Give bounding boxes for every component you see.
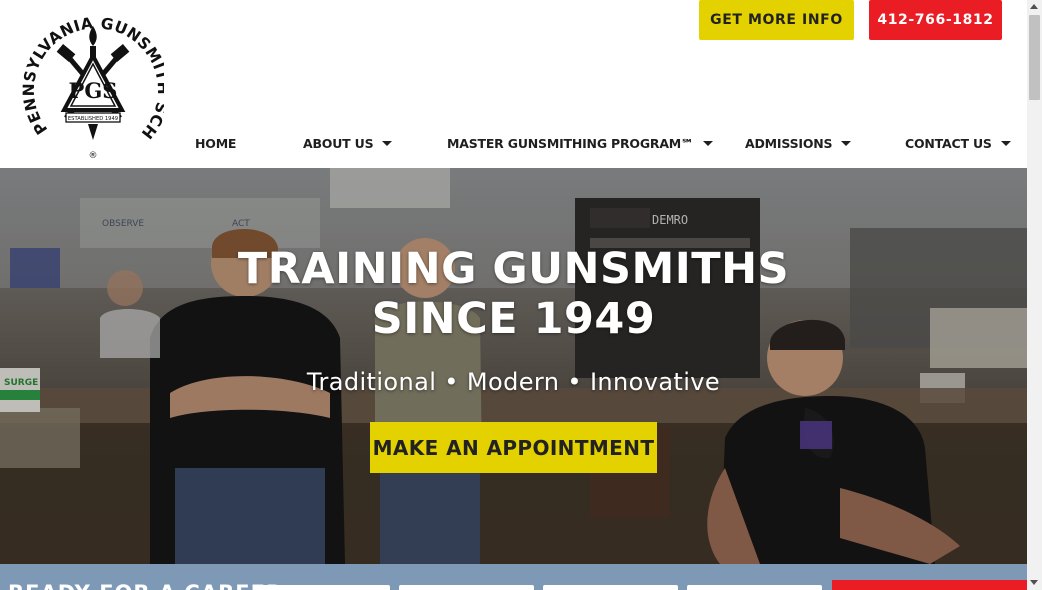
form-field-3[interactable] [543,585,678,590]
caret-down-icon [1000,140,1011,146]
form-field-2[interactable] [399,585,534,590]
career-form-band: READY FOR A CAREER [0,564,1027,590]
nav-item-about-us[interactable]: ABOUT US [303,131,393,155]
site-header: PENNSYLVANIA GUNSMITH SCHOOL PGS ESTABLI… [0,0,1027,168]
nav-item-label: HOME [195,135,237,151]
scrollbar-thumb[interactable] [1029,15,1040,100]
workshop-photo: OBSERVE ACT DEMRO SURGE [0,168,1027,564]
hero-tagline: Traditional • Modern • Innovative [306,368,721,396]
caret-down-icon [382,140,393,146]
caret-down-icon [702,140,713,146]
nav-item-admissions[interactable]: ADMISSIONS [745,131,852,155]
form-field-1[interactable] [255,585,390,590]
nav-item-label: ABOUT US [303,135,374,151]
logo-ribbon-text: ESTABLISHED 1949 [68,116,118,122]
nav-item-label: CONTACT US [905,135,992,151]
form-field-4[interactable] [687,585,822,590]
page-scrollbar[interactable] [1027,0,1042,590]
hero-title-line-1: TRAINING GUNSMITHS [237,244,790,294]
get-more-info-button[interactable]: GET MORE INFO [699,0,854,40]
nav-item-label: ADMISSIONS [745,135,833,151]
nav-item-contact-us[interactable]: CONTACT US [905,131,1011,155]
nav-item-label: MASTER GUNSMITHING PROGRAM℠ [447,135,694,151]
scroll-down-arrow-icon[interactable] [1030,580,1038,585]
main-nav: HOME ABOUT US MASTER GUNSMITHING PROGRAM… [0,131,1027,155]
career-heading: READY FOR A CAREER [8,581,283,590]
hero-banner: OBSERVE ACT DEMRO SURGE TRAINING GUNSMIT… [0,168,1027,564]
nav-item-master-gunsmithing-program[interactable]: MASTER GUNSMITHING PROGRAM℠ [447,131,713,155]
hero-title-line-2: SINCE 1949 [371,294,656,344]
make-appointment-button[interactable]: MAKE AN APPOINTMENT [370,422,657,473]
nav-item-home[interactable]: HOME [195,131,236,155]
form-submit-button[interactable] [832,580,1027,590]
logo-monogram: PGS [69,78,118,103]
scroll-up-arrow-icon[interactable] [1030,4,1038,9]
caret-down-icon [841,140,852,146]
phone-button[interactable]: 412-766-1812 [869,0,1002,40]
